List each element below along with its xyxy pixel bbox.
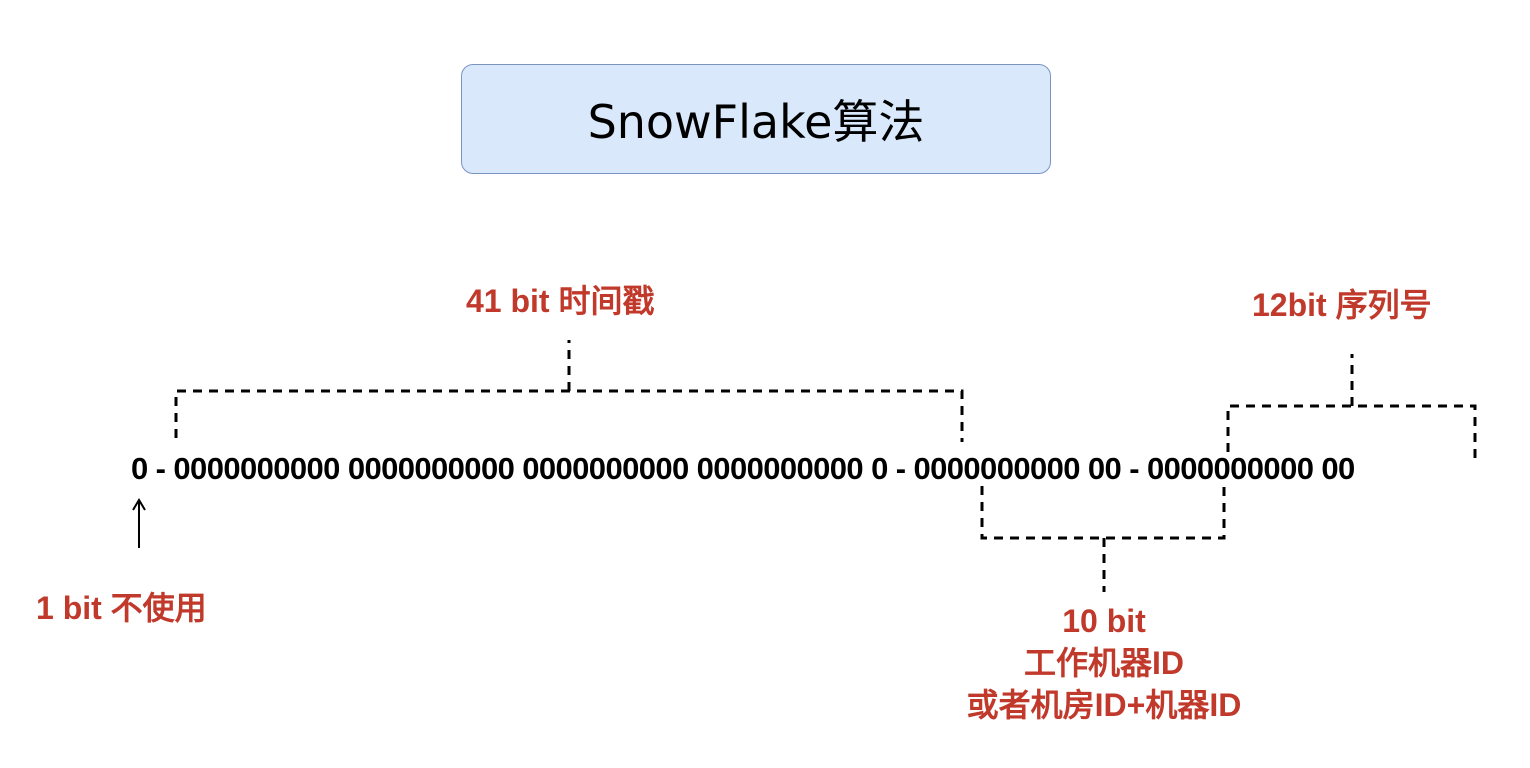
sequence-bits: 0000000000 00	[1146, 451, 1355, 486]
unused-bit-label: 1 bit 不使用	[36, 590, 207, 626]
machine-label-line2: 工作机器ID	[1023, 645, 1184, 681]
bracket-lines	[132, 340, 1477, 592]
sequence-bracket	[1226, 354, 1477, 458]
separator-1: -	[147, 451, 174, 486]
machine-bracket	[980, 480, 1226, 592]
machine-label-line1: 10 bit	[1062, 603, 1146, 639]
machine-bits: 0000000000 00	[913, 451, 1122, 486]
timestamp-bracket	[174, 340, 964, 442]
sequence-label: 12bit 序列号	[1252, 287, 1432, 323]
sign-bit: 0	[131, 451, 148, 486]
machine-label-line3: 或者机房ID+机器ID	[966, 687, 1242, 723]
timestamp-label: 41 bit 时间戳	[466, 283, 655, 319]
separator-3: -	[1121, 451, 1147, 486]
bit-sequence: 0 - 0000000000 0000000000 0000000000 000…	[131, 449, 1481, 489]
machine-label: 10 bit 工作机器ID 或者机房ID+机器ID	[946, 600, 1262, 726]
timestamp-bracket-frame	[174, 389, 964, 442]
separator-2: -	[887, 451, 914, 486]
unused-bit-arrow	[132, 498, 146, 548]
timestamp-bits: 0000000000 0000000000 0000000000 0000000…	[173, 451, 888, 486]
